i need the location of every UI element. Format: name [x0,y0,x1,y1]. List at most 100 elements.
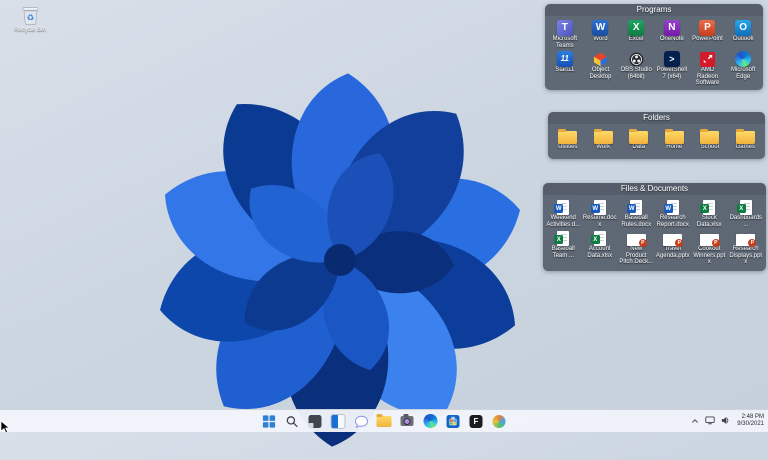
desktop-shortcut[interactable]: P Cookout Winners.pptx [691,228,728,266]
folder-icon [700,128,720,144]
desktop-shortcut[interactable]: N OneNote [654,18,690,49]
edge-button[interactable] [422,413,439,430]
onenote-icon: N [663,20,680,36]
shortcut-icon-slot: W [627,197,643,215]
folder-icon [558,128,578,144]
desktop-shortcut[interactable]: W Research Report.docx [655,197,692,228]
widgets-button[interactable] [330,413,347,430]
desktop-shortcut[interactable]: X Account Data.xlsx [582,228,619,266]
desktop-shortcut[interactable]: T Microsoft Teams [547,18,583,49]
chat-button[interactable] [353,413,370,430]
desktop-shortcut[interactable]: W Resume.docx [582,197,619,228]
desktop-shortcut[interactable]: W Weekend Activities d... [545,197,582,228]
desktop-shortcut[interactable]: P New Product Pitch Deck... [618,228,655,266]
fence-title[interactable]: Files & Documents [543,183,766,195]
shortcut-icon-slot: X [700,197,716,215]
shortcut-icon-slot: O [735,18,752,36]
start11-icon: 11 [556,51,573,67]
shortcut-icon-slot [735,126,755,144]
shortcut-label: Microsoft Edge [730,67,756,80]
taskbar-clock[interactable]: 2:48 PM 9/30/2021 [736,413,765,429]
fences-icon: F [469,414,483,428]
fence-title[interactable]: Programs [545,4,763,16]
desktop-shortcut[interactable]: X Dashboards... [728,197,765,228]
camera-button[interactable] [399,413,416,430]
microsoft-store-icon [446,414,460,428]
hidden-icons-chevron-button[interactable] [690,413,700,429]
speaker-button[interactable] [720,413,731,429]
desktop-shortcut[interactable]: > PowerShell 7 (x64) [654,49,690,87]
display-icon [705,412,715,430]
desktop-shortcut[interactable]: Work [586,126,622,151]
recycle-bin-shortcut[interactable]: ♻ Recycle Bin [8,5,52,34]
shortcut-label: Travel Agenda.pptx [655,246,690,259]
desktop-shortcut[interactable]: Utilities [550,126,586,151]
desktop-shortcut[interactable]: 11 Start11 [547,49,583,87]
desktop-shortcut[interactable]: X Baseball Team ... [545,228,582,266]
shortcut-icon-slot: W [663,197,679,215]
fence-grid: T Microsoft Teams W Word X Excel N OneNote P Powe… [545,16,763,87]
shortcut-label: Research Displays.pptx [729,246,763,265]
folder-icon [629,128,649,144]
shortcut-label: Cookout Winners.pptx [693,246,726,265]
desktop-shortcut[interactable]: W Word [583,18,619,49]
shortcut-label: Microsoft Teams [552,36,577,49]
shortcut-label: Home [666,144,683,150]
exceldoc-icon: X [554,231,570,246]
desktop-shortcut[interactable]: W Baseball Rules.docx [618,197,655,228]
desktop-shortcut[interactable]: AMD Radeon Software [690,49,726,87]
shortcut-label: AMD Radeon Software [695,67,720,86]
windows-desktop: { "desktop": { "recycle_bin_label": "Rec… [0,0,768,447]
widgets-icon [330,413,346,429]
shortcut-icon-slot: X [590,228,606,246]
desktop-shortcut[interactable]: P Research Displays.pptx [728,228,765,266]
fence-grid: W Weekend Activities d... W Resume.docx W Bas… [543,195,766,266]
desktop-shortcut[interactable]: Microsoft Edge [725,49,761,87]
desktop-shortcut[interactable]: O Outlook [725,18,761,49]
shortcut-icon-slot: P [699,18,716,36]
start-button[interactable] [261,413,278,430]
microsoft-store-button[interactable] [445,413,462,430]
desktop-shortcut[interactable]: P Travel Agenda.pptx [655,228,692,266]
desktop-shortcut[interactable]: Games [728,126,764,151]
desktop-shortcut[interactable]: P PowerPoint [690,18,726,49]
desktop-shortcut[interactable]: Data [621,126,657,151]
tray-date: 9/30/2021 [737,421,764,427]
shortcut-label: OneNote [659,36,684,42]
taskbar: F 2:48 PM 9/30/2021 [0,409,768,432]
desktop-shortcut[interactable]: X Stock Data.xlsx [691,197,728,228]
shortcut-label: New Product Pitch Deck... [619,246,654,265]
shortcut-label: Outlook [732,36,754,42]
shortcut-icon-slot: > [663,49,680,67]
fence-folders: Folders Utilities Work Data Home School Games [548,112,765,159]
search-icon [286,415,299,428]
file-explorer-button[interactable] [376,413,393,430]
shortcut-icon-slot [558,126,578,144]
fence-title[interactable]: Folders [548,112,765,124]
shortcut-icon-slot [593,126,613,144]
shortcut-label: Weekend Activities d... [546,215,581,228]
cube-icon [592,51,608,67]
desktop-shortcut[interactable]: Object Desktop [583,49,619,87]
pptslide-icon: P [699,234,720,247]
worddoc-icon: W [663,200,679,215]
wallpaper-bloom-image [160,73,520,447]
shortcut-icon-slot: P [699,228,720,247]
recycle-bin-icon: ♻ [22,7,38,25]
search-button[interactable] [284,413,301,430]
shortcut-icon-slot [699,49,715,67]
task-view-button[interactable] [307,413,324,430]
fences-button[interactable]: F [468,413,485,430]
display-button[interactable] [704,413,716,429]
desktop-shortcut[interactable]: School [692,126,728,151]
shortcut-icon-slot: W [590,197,606,215]
tray-icons [690,413,731,429]
desktop-shortcut[interactable]: Home [657,126,693,151]
shortcut-label: Stock Data.xlsx [696,215,722,228]
fence-programs: Programs T Microsoft Teams W Word X Excel N OneN… [545,4,763,90]
desktop-shortcut[interactable]: OBS Studio (64bit) [618,49,654,87]
shortcut-label: Games [735,144,755,150]
stardock-app-button[interactable] [491,413,508,430]
desktop-shortcut[interactable]: X Excel [618,18,654,49]
tray-time: 2:48 PM [741,414,764,420]
